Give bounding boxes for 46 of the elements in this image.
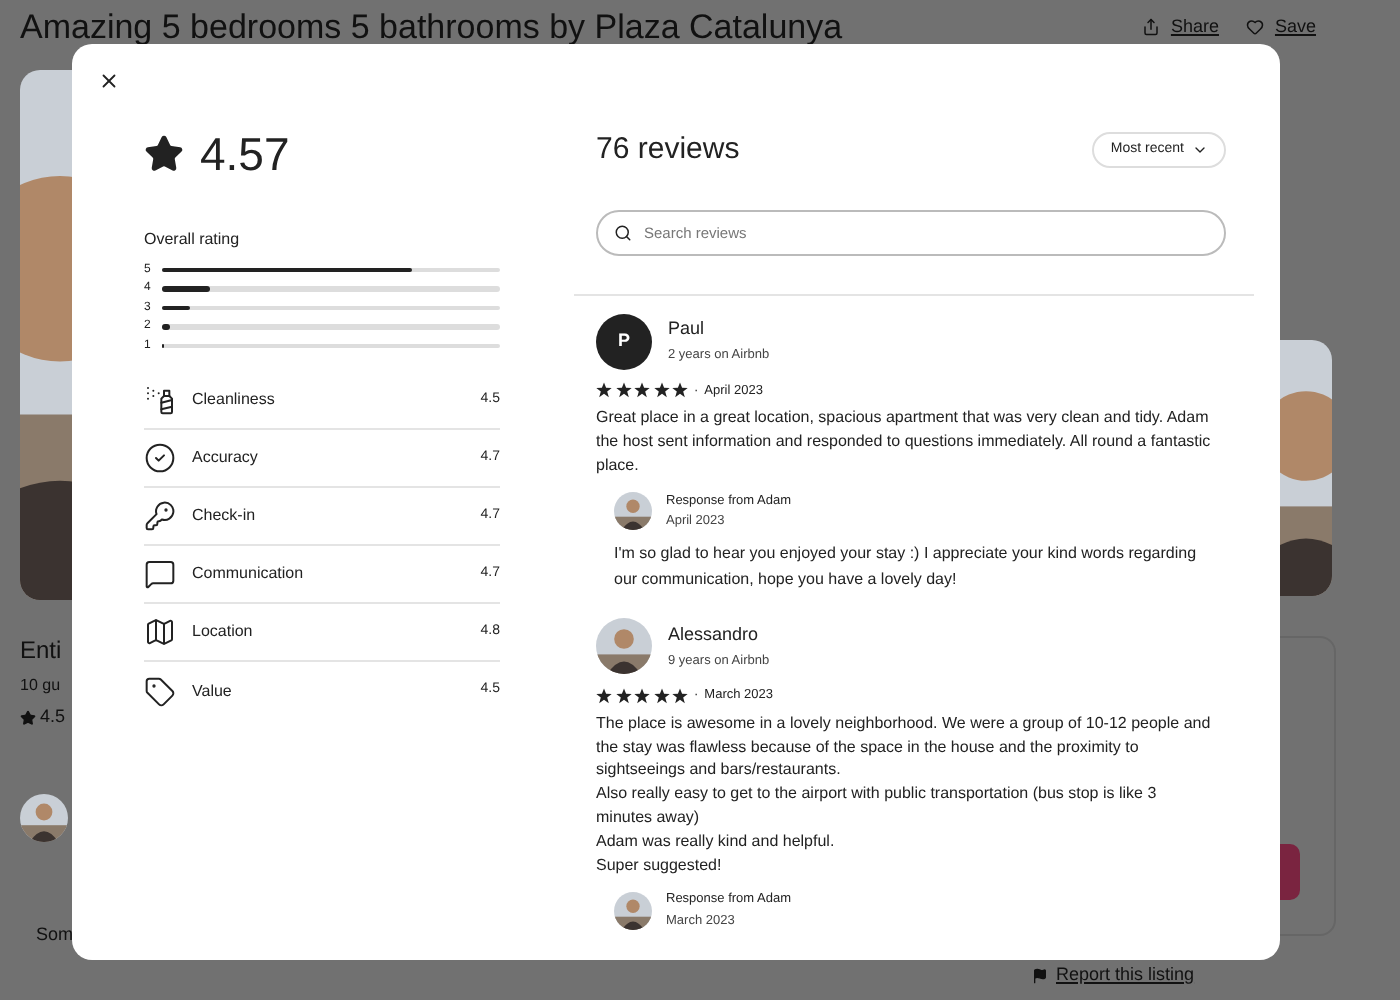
star-icon <box>615 688 631 705</box>
star-icon <box>634 688 650 705</box>
flag-icon <box>1032 967 1048 984</box>
average-rating: 4.57 <box>200 126 290 184</box>
category-name: Check-in <box>192 504 258 528</box>
review-text: The place is awesome in a lovely neighborhood. We were a group of 10-12 people and the stay was flawless because of the space in the house and the proximity to sightseeings and bars/restaurants. <box>596 711 1213 783</box>
star-icon <box>653 688 669 705</box>
review-text: Super suggested! <box>596 853 724 877</box>
listing-rating: 4.5 <box>20 704 66 731</box>
category-name: Accuracy <box>192 446 260 470</box>
guest-summary: 10 gu <box>20 674 63 698</box>
share-icon <box>1142 18 1161 37</box>
review-text: Adam was really kind and helpful. <box>596 829 837 854</box>
review-text: Also really easy to get to the airport with public transportation (bus stop is like 3 minutes away) <box>596 782 1159 830</box>
share-link[interactable]: Share <box>1142 14 1219 41</box>
section-heading: Som <box>36 922 74 948</box>
review-text: Great place in a great location, spacious apartment that was very clean and tidy. Adam the host sent information and responded to questions immediately. All round a fantastic place. <box>596 406 1213 478</box>
save-link[interactable]: Save <box>1246 14 1316 41</box>
star-icon <box>672 382 688 399</box>
category-name: Cleanliness <box>192 388 277 412</box>
category-name: Communication <box>192 562 306 586</box>
tag-icon <box>144 675 176 707</box>
star-icon <box>672 688 688 705</box>
map-icon <box>144 616 176 648</box>
check-circle-icon <box>144 442 176 474</box>
star-icon <box>653 382 669 399</box>
reviews-count: 76 reviews <box>596 130 740 170</box>
listing-heading: Enti <box>20 634 64 668</box>
listing-title: Amazing 5 bedrooms 5 bathrooms by Plaza Catalunya <box>20 6 843 50</box>
category-name: Location <box>192 620 255 644</box>
reviewer-name: Alessandro <box>668 621 761 648</box>
star-icon <box>615 382 631 399</box>
search-icon <box>614 223 632 241</box>
chat-bubble-icon <box>144 558 176 590</box>
star-icon <box>596 382 612 399</box>
report-link[interactable]: Report this listing <box>1032 962 1195 989</box>
category-name: Value <box>192 679 234 703</box>
reviewer-name: Paul <box>668 315 707 342</box>
star-icon <box>144 134 184 175</box>
avatar: P <box>596 313 652 369</box>
star-icon <box>596 688 612 705</box>
overall-rating-label: Overall rating <box>144 227 242 251</box>
response-text: I'm so glad to hear you enjoyed your stay :) I appreciate your kind words regarding our communication, hope you have a lovely day! <box>614 542 1199 593</box>
heart-icon <box>1246 18 1265 37</box>
key-icon <box>144 500 176 532</box>
star-icon <box>634 382 650 399</box>
